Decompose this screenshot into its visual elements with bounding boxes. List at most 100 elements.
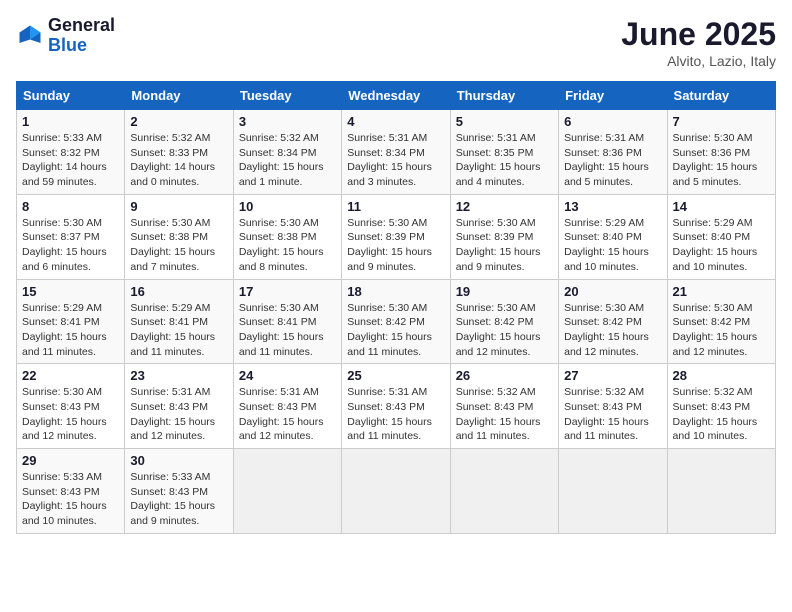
day-info: Sunrise: 5:32 AM Sunset: 8:43 PM Dayligh… bbox=[673, 385, 770, 444]
day-number: 30 bbox=[130, 453, 227, 468]
day-info: Sunrise: 5:32 AM Sunset: 8:43 PM Dayligh… bbox=[456, 385, 553, 444]
day-number: 12 bbox=[456, 199, 553, 214]
day-number: 20 bbox=[564, 284, 661, 299]
calendar-title: June 2025 bbox=[621, 16, 776, 53]
calendar-week-row: 1 Sunrise: 5:33 AM Sunset: 8:32 PM Daylig… bbox=[17, 110, 776, 195]
day-info: Sunrise: 5:31 AM Sunset: 8:34 PM Dayligh… bbox=[347, 131, 444, 190]
logo-icon bbox=[16, 22, 44, 50]
day-info: Sunrise: 5:33 AM Sunset: 8:43 PM Dayligh… bbox=[22, 470, 119, 529]
day-info: Sunrise: 5:30 AM Sunset: 8:42 PM Dayligh… bbox=[673, 301, 770, 360]
day-number: 17 bbox=[239, 284, 336, 299]
calendar-day-cell: 20 Sunrise: 5:30 AM Sunset: 8:42 PM Dayli… bbox=[559, 279, 667, 364]
calendar-day-cell: 28Sunrise: 5:32 AM Sunset: 8:43 PM Dayli… bbox=[667, 364, 775, 449]
header-tuesday: Tuesday bbox=[233, 82, 341, 110]
calendar-week-row: 22Sunrise: 5:30 AM Sunset: 8:43 PM Dayli… bbox=[17, 364, 776, 449]
day-number: 27 bbox=[564, 368, 661, 383]
calendar-day-cell: 30 Sunrise: 5:33 AM Sunset: 8:43 PM Dayli… bbox=[125, 449, 233, 534]
day-info: Sunrise: 5:29 AM Sunset: 8:41 PM Dayligh… bbox=[130, 301, 227, 360]
calendar-day-cell: 17 Sunrise: 5:30 AM Sunset: 8:41 PM Dayli… bbox=[233, 279, 341, 364]
calendar-day-cell: 26 Sunrise: 5:32 AM Sunset: 8:43 PM Dayli… bbox=[450, 364, 558, 449]
calendar-day-cell: 11 Sunrise: 5:30 AM Sunset: 8:39 PM Dayli… bbox=[342, 194, 450, 279]
calendar-day-cell: 9 Sunrise: 5:30 AM Sunset: 8:38 PM Daylig… bbox=[125, 194, 233, 279]
calendar-week-row: 8 Sunrise: 5:30 AM Sunset: 8:37 PM Daylig… bbox=[17, 194, 776, 279]
header-friday: Friday bbox=[559, 82, 667, 110]
header-monday: Monday bbox=[125, 82, 233, 110]
day-number: 23 bbox=[130, 368, 227, 383]
calendar-day-cell: 2 Sunrise: 5:32 AM Sunset: 8:33 PM Daylig… bbox=[125, 110, 233, 195]
day-number: 21 bbox=[673, 284, 770, 299]
day-info: Sunrise: 5:30 AM Sunset: 8:42 PM Dayligh… bbox=[347, 301, 444, 360]
calendar-header-row: SundayMondayTuesdayWednesdayThursdayFrid… bbox=[17, 82, 776, 110]
day-number: 13 bbox=[564, 199, 661, 214]
day-info: Sunrise: 5:32 AM Sunset: 8:33 PM Dayligh… bbox=[130, 131, 227, 190]
calendar-day-cell: 19 Sunrise: 5:30 AM Sunset: 8:42 PM Dayli… bbox=[450, 279, 558, 364]
calendar-day-cell: 22Sunrise: 5:30 AM Sunset: 8:43 PM Dayli… bbox=[17, 364, 125, 449]
calendar-day-cell: 10 Sunrise: 5:30 AM Sunset: 8:38 PM Dayli… bbox=[233, 194, 341, 279]
day-info: Sunrise: 5:30 AM Sunset: 8:42 PM Dayligh… bbox=[564, 301, 661, 360]
calendar-day-cell: 18 Sunrise: 5:30 AM Sunset: 8:42 PM Dayli… bbox=[342, 279, 450, 364]
day-info: Sunrise: 5:33 AM Sunset: 8:43 PM Dayligh… bbox=[130, 470, 227, 529]
day-info: Sunrise: 5:30 AM Sunset: 8:41 PM Dayligh… bbox=[239, 301, 336, 360]
day-number: 7 bbox=[673, 114, 770, 129]
day-number: 19 bbox=[456, 284, 553, 299]
day-number: 8 bbox=[22, 199, 119, 214]
day-number: 15 bbox=[22, 284, 119, 299]
day-number: 11 bbox=[347, 199, 444, 214]
calendar-table: SundayMondayTuesdayWednesdayThursdayFrid… bbox=[16, 81, 776, 534]
day-info: Sunrise: 5:29 AM Sunset: 8:41 PM Dayligh… bbox=[22, 301, 119, 360]
calendar-day-cell: 29 Sunrise: 5:33 AM Sunset: 8:43 PM Dayli… bbox=[17, 449, 125, 534]
empty-day-cell bbox=[667, 449, 775, 534]
day-info: Sunrise: 5:30 AM Sunset: 8:38 PM Dayligh… bbox=[239, 216, 336, 275]
logo-line2: Blue bbox=[48, 36, 115, 56]
empty-day-cell bbox=[450, 449, 558, 534]
day-number: 9 bbox=[130, 199, 227, 214]
calendar-day-cell: 16Sunrise: 5:29 AM Sunset: 8:41 PM Dayli… bbox=[125, 279, 233, 364]
header-thursday: Thursday bbox=[450, 82, 558, 110]
day-info: Sunrise: 5:32 AM Sunset: 8:34 PM Dayligh… bbox=[239, 131, 336, 190]
day-info: Sunrise: 5:30 AM Sunset: 8:42 PM Dayligh… bbox=[456, 301, 553, 360]
day-number: 24 bbox=[239, 368, 336, 383]
logo-line1: General bbox=[48, 16, 115, 36]
day-info: Sunrise: 5:31 AM Sunset: 8:43 PM Dayligh… bbox=[239, 385, 336, 444]
calendar-day-cell: 23 Sunrise: 5:31 AM Sunset: 8:43 PM Dayli… bbox=[125, 364, 233, 449]
day-number: 18 bbox=[347, 284, 444, 299]
day-number: 10 bbox=[239, 199, 336, 214]
calendar-day-cell: 6 Sunrise: 5:31 AM Sunset: 8:36 PM Daylig… bbox=[559, 110, 667, 195]
header-wednesday: Wednesday bbox=[342, 82, 450, 110]
day-info: Sunrise: 5:33 AM Sunset: 8:32 PM Dayligh… bbox=[22, 131, 119, 190]
header: General Blue June 2025 Alvito, Lazio, It… bbox=[16, 16, 776, 69]
day-info: Sunrise: 5:30 AM Sunset: 8:39 PM Dayligh… bbox=[347, 216, 444, 275]
day-number: 3 bbox=[239, 114, 336, 129]
day-info: Sunrise: 5:30 AM Sunset: 8:37 PM Dayligh… bbox=[22, 216, 119, 275]
day-number: 2 bbox=[130, 114, 227, 129]
day-info: Sunrise: 5:29 AM Sunset: 8:40 PM Dayligh… bbox=[673, 216, 770, 275]
day-number: 22 bbox=[22, 368, 119, 383]
day-info: Sunrise: 5:30 AM Sunset: 8:38 PM Dayligh… bbox=[130, 216, 227, 275]
empty-day-cell bbox=[233, 449, 341, 534]
calendar-day-cell: 13Sunrise: 5:29 AM Sunset: 8:40 PM Dayli… bbox=[559, 194, 667, 279]
calendar-day-cell: 1 Sunrise: 5:33 AM Sunset: 8:32 PM Daylig… bbox=[17, 110, 125, 195]
day-info: Sunrise: 5:31 AM Sunset: 8:43 PM Dayligh… bbox=[347, 385, 444, 444]
day-info: Sunrise: 5:31 AM Sunset: 8:43 PM Dayligh… bbox=[130, 385, 227, 444]
calendar-day-cell: 7Sunrise: 5:30 AM Sunset: 8:36 PM Daylig… bbox=[667, 110, 775, 195]
day-info: Sunrise: 5:30 AM Sunset: 8:39 PM Dayligh… bbox=[456, 216, 553, 275]
calendar-day-cell: 21 Sunrise: 5:30 AM Sunset: 8:42 PM Dayli… bbox=[667, 279, 775, 364]
day-number: 29 bbox=[22, 453, 119, 468]
day-number: 14 bbox=[673, 199, 770, 214]
calendar-day-cell: 25Sunrise: 5:31 AM Sunset: 8:43 PM Dayli… bbox=[342, 364, 450, 449]
calendar-day-cell: 15 Sunrise: 5:29 AM Sunset: 8:41 PM Dayli… bbox=[17, 279, 125, 364]
day-number: 26 bbox=[456, 368, 553, 383]
header-sunday: Sunday bbox=[17, 82, 125, 110]
calendar-day-cell: 4Sunrise: 5:31 AM Sunset: 8:34 PM Daylig… bbox=[342, 110, 450, 195]
calendar-week-row: 15 Sunrise: 5:29 AM Sunset: 8:41 PM Dayli… bbox=[17, 279, 776, 364]
day-info: Sunrise: 5:32 AM Sunset: 8:43 PM Dayligh… bbox=[564, 385, 661, 444]
day-info: Sunrise: 5:31 AM Sunset: 8:36 PM Dayligh… bbox=[564, 131, 661, 190]
day-number: 5 bbox=[456, 114, 553, 129]
calendar-day-cell: 5Sunrise: 5:31 AM Sunset: 8:35 PM Daylig… bbox=[450, 110, 558, 195]
calendar-day-cell: 3 Sunrise: 5:32 AM Sunset: 8:34 PM Daylig… bbox=[233, 110, 341, 195]
day-number: 6 bbox=[564, 114, 661, 129]
empty-day-cell bbox=[342, 449, 450, 534]
empty-day-cell bbox=[559, 449, 667, 534]
calendar-day-cell: 27 Sunrise: 5:32 AM Sunset: 8:43 PM Dayli… bbox=[559, 364, 667, 449]
day-number: 1 bbox=[22, 114, 119, 129]
